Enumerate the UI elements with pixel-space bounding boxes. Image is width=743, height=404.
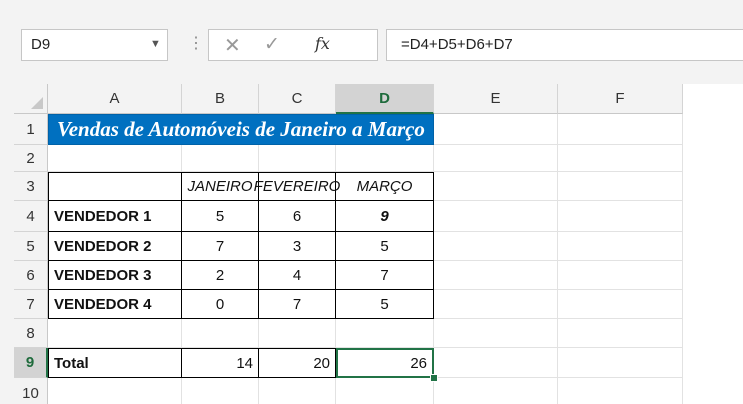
month-header[interactable]: MARÇO xyxy=(336,172,434,201)
row-header-8[interactable]: 8 xyxy=(14,319,48,348)
grid-cell[interactable] xyxy=(48,319,182,348)
sales-value[interactable]: 2 xyxy=(182,261,259,290)
grid-cell[interactable] xyxy=(182,319,259,348)
row-header-3[interactable]: 3 xyxy=(14,172,48,201)
sales-value[interactable]: 7 xyxy=(336,261,434,290)
column-header-e[interactable]: E xyxy=(434,84,558,114)
grid-cell[interactable] xyxy=(434,232,558,261)
more-options-icon[interactable]: ⋮ xyxy=(188,33,204,53)
formula-buttons: ✕ ✓ fx xyxy=(208,29,378,61)
fill-handle[interactable] xyxy=(430,374,438,382)
select-all-triangle-icon xyxy=(31,97,43,109)
row-header-5[interactable]: 5 xyxy=(14,232,48,261)
name-box[interactable]: D9 ▼ xyxy=(21,29,168,61)
total-value[interactable]: 14 xyxy=(182,348,259,378)
grid-cell[interactable] xyxy=(558,261,683,290)
sales-value[interactable]: 5 xyxy=(336,232,434,261)
active-cell[interactable]: 26 xyxy=(336,348,434,378)
grid-cell[interactable] xyxy=(434,378,558,404)
column-header-c[interactable]: C xyxy=(259,84,336,114)
formula-input[interactable]: =D4+D5+D6+D7 xyxy=(386,29,743,61)
seller-name[interactable]: VENDEDOR 2 xyxy=(48,232,182,261)
formula-bar: D9 ▼ ⋮ ✕ ✓ fx =D4+D5+D6+D7 xyxy=(0,0,743,84)
row-header-1[interactable]: 1 xyxy=(14,114,48,145)
sales-value[interactable]: 3 xyxy=(259,232,336,261)
column-header-b[interactable]: B xyxy=(182,84,259,114)
grid-cell[interactable] xyxy=(558,232,683,261)
sales-value[interactable]: 5 xyxy=(182,201,259,232)
grid-cell[interactable] xyxy=(336,145,434,172)
sales-value[interactable]: 7 xyxy=(182,232,259,261)
grid-cell[interactable] xyxy=(259,319,336,348)
grid-cell[interactable] xyxy=(336,319,434,348)
grid-cell[interactable] xyxy=(434,290,558,319)
grid-cell[interactable] xyxy=(558,114,683,145)
grid-cell[interactable] xyxy=(558,348,683,378)
total-label[interactable]: Total xyxy=(48,348,182,378)
seller-name[interactable]: VENDEDOR 3 xyxy=(48,261,182,290)
row-header-4[interactable]: 4 xyxy=(14,201,48,232)
sales-value[interactable]: 5 xyxy=(336,290,434,319)
grid-cell[interactable] xyxy=(558,145,683,172)
enter-checkmark-icon[interactable]: ✓ xyxy=(264,33,280,56)
sales-value[interactable]: 6 xyxy=(259,201,336,232)
select-all-button[interactable] xyxy=(14,84,48,114)
sales-value[interactable]: 7 xyxy=(259,290,336,319)
name-box-value: D9 xyxy=(31,36,51,53)
month-header[interactable]: FEVEREIRO xyxy=(254,172,340,201)
column-header-a[interactable]: A xyxy=(48,84,182,114)
row-header-9[interactable]: 9 xyxy=(14,348,48,378)
excel-window: D9 ▼ ⋮ ✕ ✓ fx =D4+D5+D6+D7 ABCDEF1234567… xyxy=(0,0,743,404)
month-header[interactable]: JANEIRO xyxy=(182,172,259,201)
grid-cell[interactable] xyxy=(434,201,558,232)
insert-function-icon[interactable]: fx xyxy=(315,34,330,53)
grid-cell[interactable] xyxy=(434,145,558,172)
total-value[interactable]: 20 xyxy=(259,348,336,378)
seller-name[interactable]: VENDEDOR 1 xyxy=(48,201,182,232)
grid-cell[interactable] xyxy=(48,378,182,404)
grid-cell[interactable] xyxy=(48,145,182,172)
grid-cell[interactable] xyxy=(558,319,683,348)
grid-cell[interactable] xyxy=(558,201,683,232)
column-header-d[interactable]: D xyxy=(336,84,434,114)
grid-cell[interactable] xyxy=(434,261,558,290)
row-header-6[interactable]: 6 xyxy=(14,261,48,290)
chevron-down-icon[interactable]: ▼ xyxy=(150,38,161,50)
grid-cell[interactable] xyxy=(434,348,558,378)
grid-cell[interactable] xyxy=(558,290,683,319)
worksheet-grid: A B C D E F 1 2 3 4 5 6 7 8 9 10 Vendas de Automóveis de… xyxy=(14,84,743,404)
grid-cell[interactable] xyxy=(434,172,558,201)
grid-cell[interactable] xyxy=(558,378,683,404)
grid-cell[interactable] xyxy=(259,145,336,172)
sheet-title[interactable]: Vendas de Automóveis de Janeiro a Março xyxy=(48,114,434,145)
table-header-empty[interactable] xyxy=(48,172,182,201)
grid-cell[interactable] xyxy=(182,378,259,404)
seller-name[interactable]: VENDEDOR 4 xyxy=(48,290,182,319)
cancel-icon[interactable]: ✕ xyxy=(224,33,241,58)
grid-cell[interactable] xyxy=(182,145,259,172)
row-header-7[interactable]: 7 xyxy=(14,290,48,319)
row-header-10[interactable]: 10 xyxy=(14,378,48,404)
row-header-2[interactable]: 2 xyxy=(14,145,48,172)
grid-cell[interactable] xyxy=(259,378,336,404)
grid-cell[interactable] xyxy=(558,172,683,201)
sales-value[interactable]: 0 xyxy=(182,290,259,319)
formula-text: =D4+D5+D6+D7 xyxy=(401,36,513,53)
grid-cell[interactable] xyxy=(434,114,558,145)
grid-cell[interactable] xyxy=(434,319,558,348)
column-header-f[interactable]: F xyxy=(558,84,683,114)
sales-value[interactable]: 9 xyxy=(336,201,434,232)
sales-value[interactable]: 4 xyxy=(259,261,336,290)
grid-cell[interactable] xyxy=(336,378,434,404)
